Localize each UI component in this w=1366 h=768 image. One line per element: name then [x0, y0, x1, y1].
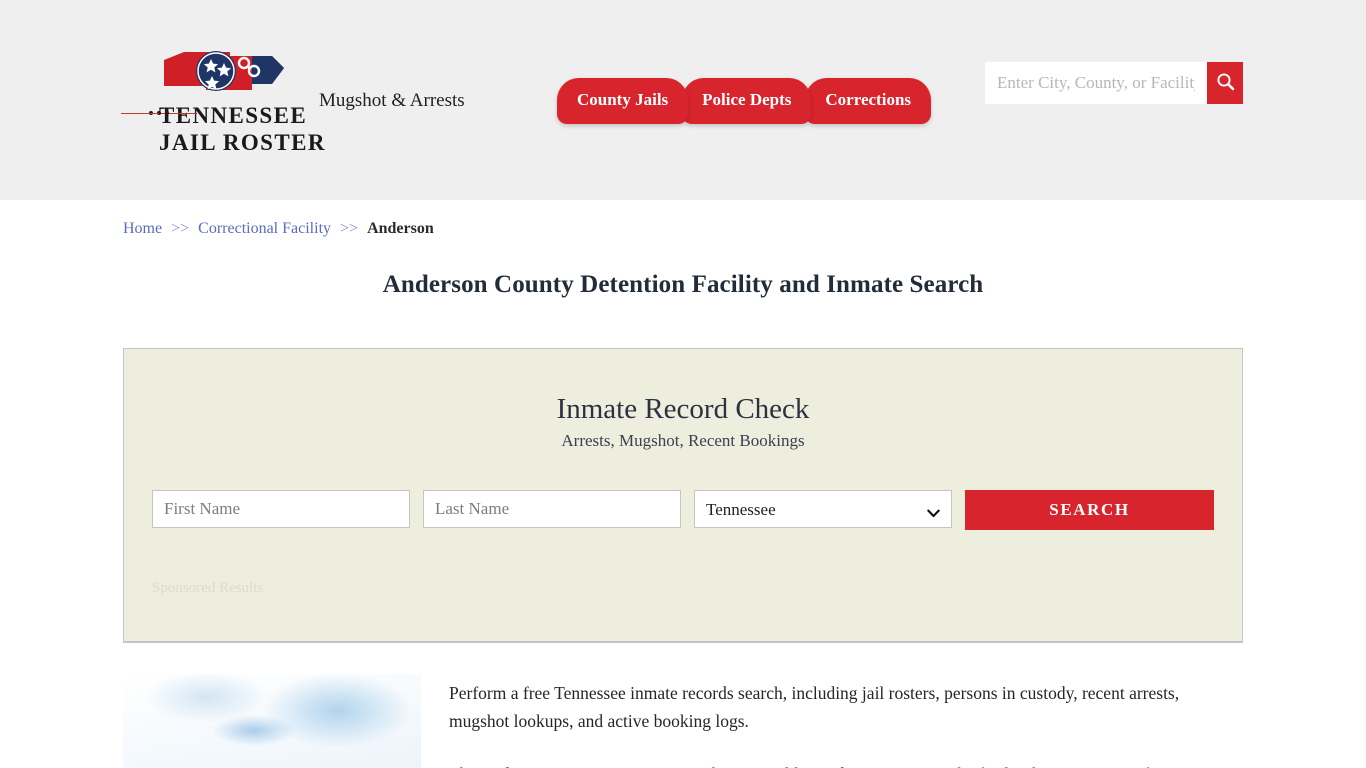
article-paragraph-2: The Anderson County Detention Facility i…: [449, 760, 1209, 768]
state-select-wrapper: Tennessee: [694, 490, 952, 528]
inmate-record-check-panel: Inmate Record Check Arrests, Mugshot, Re…: [123, 348, 1243, 642]
site-tagline: Mugshot & Arrests: [319, 90, 465, 111]
inmate-search-button[interactable]: SEARCH: [965, 490, 1214, 530]
logo-text-line1: TENNESSEE: [159, 103, 308, 128]
inmate-search-form: Tennessee SEARCH: [152, 490, 1214, 530]
breadcrumb-separator-1: >>: [171, 220, 190, 237]
article-paragraph-1: Perform a free Tennessee inmate records …: [449, 683, 1180, 732]
state-select[interactable]: Tennessee: [694, 490, 952, 528]
main-navigation: County Jails Police Depts Corrections: [557, 78, 932, 124]
breadcrumb-correctional-facility[interactable]: Correctional Facility: [198, 220, 331, 237]
record-check-title: Inmate Record Check: [556, 393, 810, 425]
site-header: TENNESSEE JAIL ROSTER Mugshot & Arrests …: [0, 0, 1366, 200]
article-thumbnail[interactable]: [123, 674, 421, 768]
nav-tab-county-jails[interactable]: County Jails: [557, 78, 689, 124]
article-body: Perform a free Tennessee inmate records …: [449, 674, 1209, 768]
header-search: [985, 62, 1243, 104]
header-search-input[interactable]: [985, 62, 1207, 104]
tennessee-state-flag-handcuffs-icon: [160, 51, 288, 102]
search-icon: [1216, 72, 1235, 94]
last-name-input[interactable]: [423, 490, 681, 528]
nav-tab-police-depts[interactable]: Police Depts: [682, 78, 812, 124]
record-check-subtitle: Arrests, Mugshot, Recent Bookings: [561, 431, 805, 450]
article-section: Perform a free Tennessee inmate records …: [123, 674, 1243, 768]
page-title: Anderson County Detention Facility and I…: [382, 271, 984, 298]
first-name-input[interactable]: [152, 490, 410, 528]
breadcrumb-home[interactable]: Home: [123, 220, 162, 237]
logo-text-line2: JAIL ROSTER: [159, 129, 326, 155]
sponsored-results-label: Sponsored Results: [152, 580, 264, 596]
breadcrumb-separator-2: >>: [340, 220, 359, 237]
breadcrumb: Home >> Correctional Facility >> Anderso…: [123, 200, 1243, 238]
header-search-button[interactable]: [1207, 62, 1243, 104]
breadcrumb-current: Anderson: [367, 220, 434, 237]
site-logo[interactable]: TENNESSEE JAIL ROSTER: [149, 46, 324, 157]
nav-tab-corrections[interactable]: Corrections: [805, 78, 932, 124]
